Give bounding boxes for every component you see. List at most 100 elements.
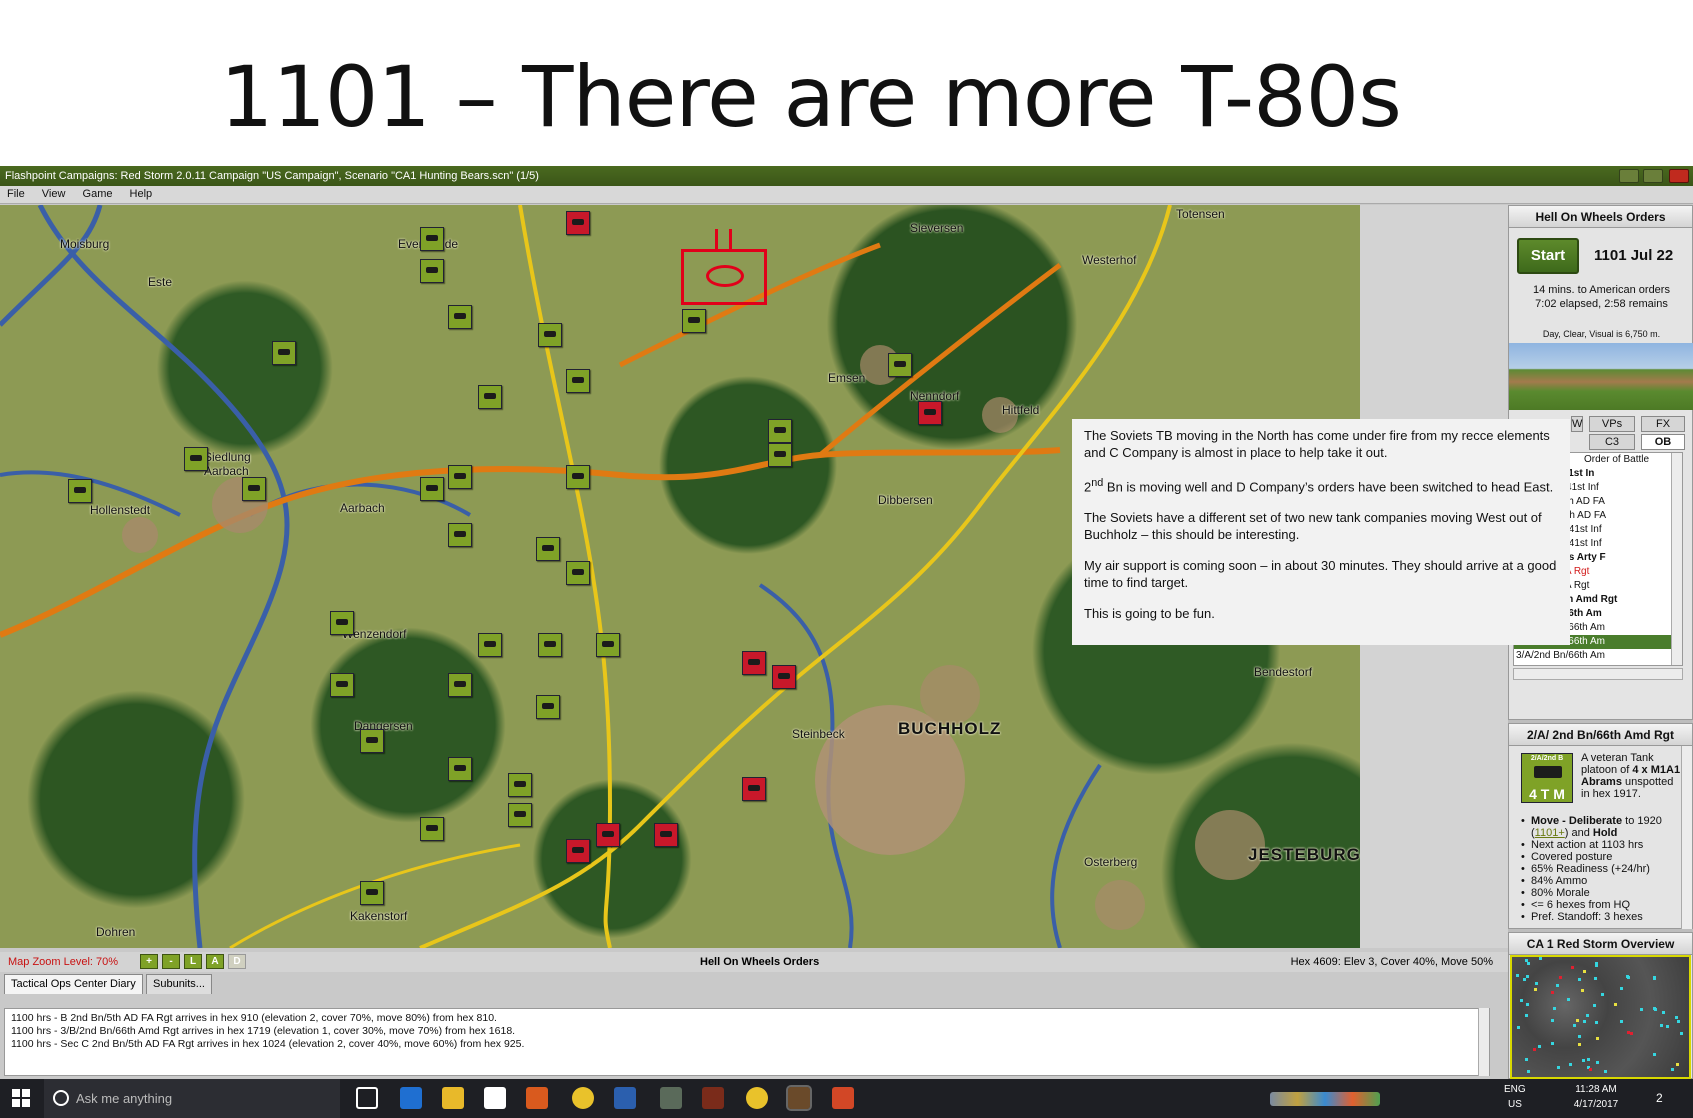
us-unit-counter[interactable]	[448, 305, 472, 329]
ob-horizontal-scrollbar[interactable]	[1513, 668, 1683, 680]
soviet-unit-counter[interactable]	[918, 401, 942, 425]
edge-icon[interactable]	[400, 1087, 422, 1109]
us-unit-counter[interactable]	[68, 479, 92, 503]
note-paragraph: The Soviets TB moving in the North has c…	[1084, 428, 1550, 460]
powerpoint-icon[interactable]	[832, 1087, 854, 1109]
clock-time[interactable]: 11:28 AM	[1564, 1084, 1628, 1095]
soviet-unit-counter[interactable]	[596, 823, 620, 847]
us-unit-counter[interactable]	[448, 465, 472, 489]
selected-unit-counter[interactable]: 2/A/2nd B 4 T M	[1521, 753, 1573, 803]
us-unit-counter[interactable]	[448, 673, 472, 697]
us-unit-counter[interactable]	[360, 881, 384, 905]
us-unit-counter[interactable]	[242, 477, 266, 501]
place-hittfeld: Hittfeld	[1002, 403, 1040, 417]
menu-view[interactable]: View	[35, 186, 73, 202]
menu-file[interactable]: File	[0, 186, 32, 202]
maximize-button[interactable]	[1643, 169, 1663, 183]
task-view-icon[interactable]	[356, 1087, 378, 1109]
us-unit-counter[interactable]	[420, 259, 444, 283]
minimap-unit-dot	[1640, 1008, 1643, 1011]
minimap-unit-dot	[1567, 998, 1570, 1001]
tab-fx[interactable]: FX	[1641, 416, 1685, 432]
tab-tactical-ops-diary[interactable]: Tactical Ops Center Diary	[4, 974, 143, 994]
place-westerhof: Westerhof	[1082, 253, 1137, 267]
us-unit-counter[interactable]	[478, 385, 502, 409]
tab-vps[interactable]: VPs	[1589, 416, 1635, 432]
soviet-unit-counter[interactable]	[566, 211, 590, 235]
move-time-link[interactable]: 1101+	[1535, 827, 1565, 839]
start-button[interactable]: Start	[1517, 238, 1579, 274]
flashpoint-campaigns-icon[interactable]	[786, 1085, 812, 1111]
menu-help[interactable]: Help	[123, 186, 160, 202]
game-icon[interactable]	[702, 1087, 724, 1109]
windows-start-icon[interactable]	[12, 1089, 31, 1108]
minimap-unit-dot	[1517, 1026, 1520, 1029]
soviet-unit-counter[interactable]	[742, 651, 766, 675]
taskbar-search[interactable]: Ask me anything	[44, 1079, 340, 1118]
us-unit-counter[interactable]	[596, 633, 620, 657]
close-button[interactable]	[1669, 169, 1689, 183]
minimap-unit-dot	[1527, 1070, 1530, 1073]
us-unit-counter-selected[interactable]	[536, 695, 560, 719]
log-scrollbar[interactable]	[1478, 1008, 1489, 1076]
us-unit-counter[interactable]	[184, 447, 208, 471]
us-unit-counter[interactable]	[566, 561, 590, 585]
zoom-out-button[interactable]: -	[162, 954, 180, 969]
us-unit-counter[interactable]	[478, 633, 502, 657]
zoom-a-button[interactable]: A	[206, 954, 224, 969]
us-unit-counter[interactable]	[420, 817, 444, 841]
store-icon[interactable]	[484, 1087, 506, 1109]
app-icon[interactable]	[526, 1087, 548, 1109]
language-indicator[interactable]: ENG	[1504, 1084, 1526, 1095]
notification-count[interactable]: 2	[1656, 1091, 1663, 1105]
us-unit-counter[interactable]	[360, 729, 384, 753]
menu-game[interactable]: Game	[76, 186, 120, 202]
us-unit-counter[interactable]	[538, 633, 562, 657]
tray-icons[interactable]	[1270, 1092, 1380, 1106]
us-unit-counter[interactable]	[538, 323, 562, 347]
minimap-unit-dot	[1627, 976, 1630, 979]
us-unit-counter[interactable]	[448, 523, 472, 547]
us-unit-counter[interactable]	[508, 803, 532, 827]
game-icon[interactable]	[660, 1087, 682, 1109]
zoom-in-button[interactable]: +	[140, 954, 158, 969]
file-explorer-icon[interactable]	[442, 1087, 464, 1109]
chrome-icon[interactable]	[746, 1087, 768, 1109]
minimap-unit-dot	[1539, 957, 1542, 960]
zoom-d-button[interactable]: D	[228, 954, 246, 969]
us-unit-counter[interactable]	[768, 419, 792, 443]
ob-scrollbar[interactable]	[1671, 453, 1682, 665]
us-unit-counter[interactable]	[420, 227, 444, 251]
us-unit-counter[interactable]	[508, 773, 532, 797]
soviet-unit-counter[interactable]	[654, 823, 678, 847]
soviet-unit-counter[interactable]	[566, 839, 590, 863]
unit-panel-scrollbar[interactable]	[1681, 746, 1692, 929]
us-unit-counter[interactable]	[682, 309, 706, 333]
minimap-unit-dot	[1662, 1011, 1665, 1014]
us-unit-counter[interactable]	[420, 477, 444, 501]
us-unit-counter[interactable]	[272, 341, 296, 365]
word-icon[interactable]	[614, 1087, 636, 1109]
us-unit-counter[interactable]	[330, 673, 354, 697]
soviet-unit-counter[interactable]	[742, 777, 766, 801]
us-unit-counter[interactable]	[768, 443, 792, 467]
tab-subunits[interactable]: Subunits...	[146, 974, 212, 994]
us-unit-counter[interactable]	[566, 465, 590, 489]
tab-c3[interactable]: C3	[1589, 434, 1635, 450]
log-line: 1100 hrs - Sec C 2nd Bn/5th AD FA Rgt ar…	[11, 1038, 525, 1050]
soviet-unit-counter[interactable]	[772, 665, 796, 689]
zoom-l-button[interactable]: L	[184, 954, 202, 969]
overview-minimap[interactable]	[1510, 955, 1691, 1079]
minimize-button[interactable]	[1619, 169, 1639, 183]
minimap-unit-dot	[1571, 966, 1574, 969]
us-unit-counter[interactable]	[566, 369, 590, 393]
chrome-icon[interactable]	[572, 1087, 594, 1109]
us-unit-counter[interactable]	[448, 757, 472, 781]
tab-w[interactable]: W	[1571, 416, 1583, 432]
ob-row[interactable]: 3/A/2nd Bn/66th Am	[1514, 649, 1682, 663]
place-este: Este	[148, 275, 173, 289]
us-unit-counter[interactable]	[536, 537, 560, 561]
us-unit-counter[interactable]	[888, 353, 912, 377]
tab-ob[interactable]: OB	[1641, 434, 1685, 450]
us-unit-counter[interactable]	[330, 611, 354, 635]
